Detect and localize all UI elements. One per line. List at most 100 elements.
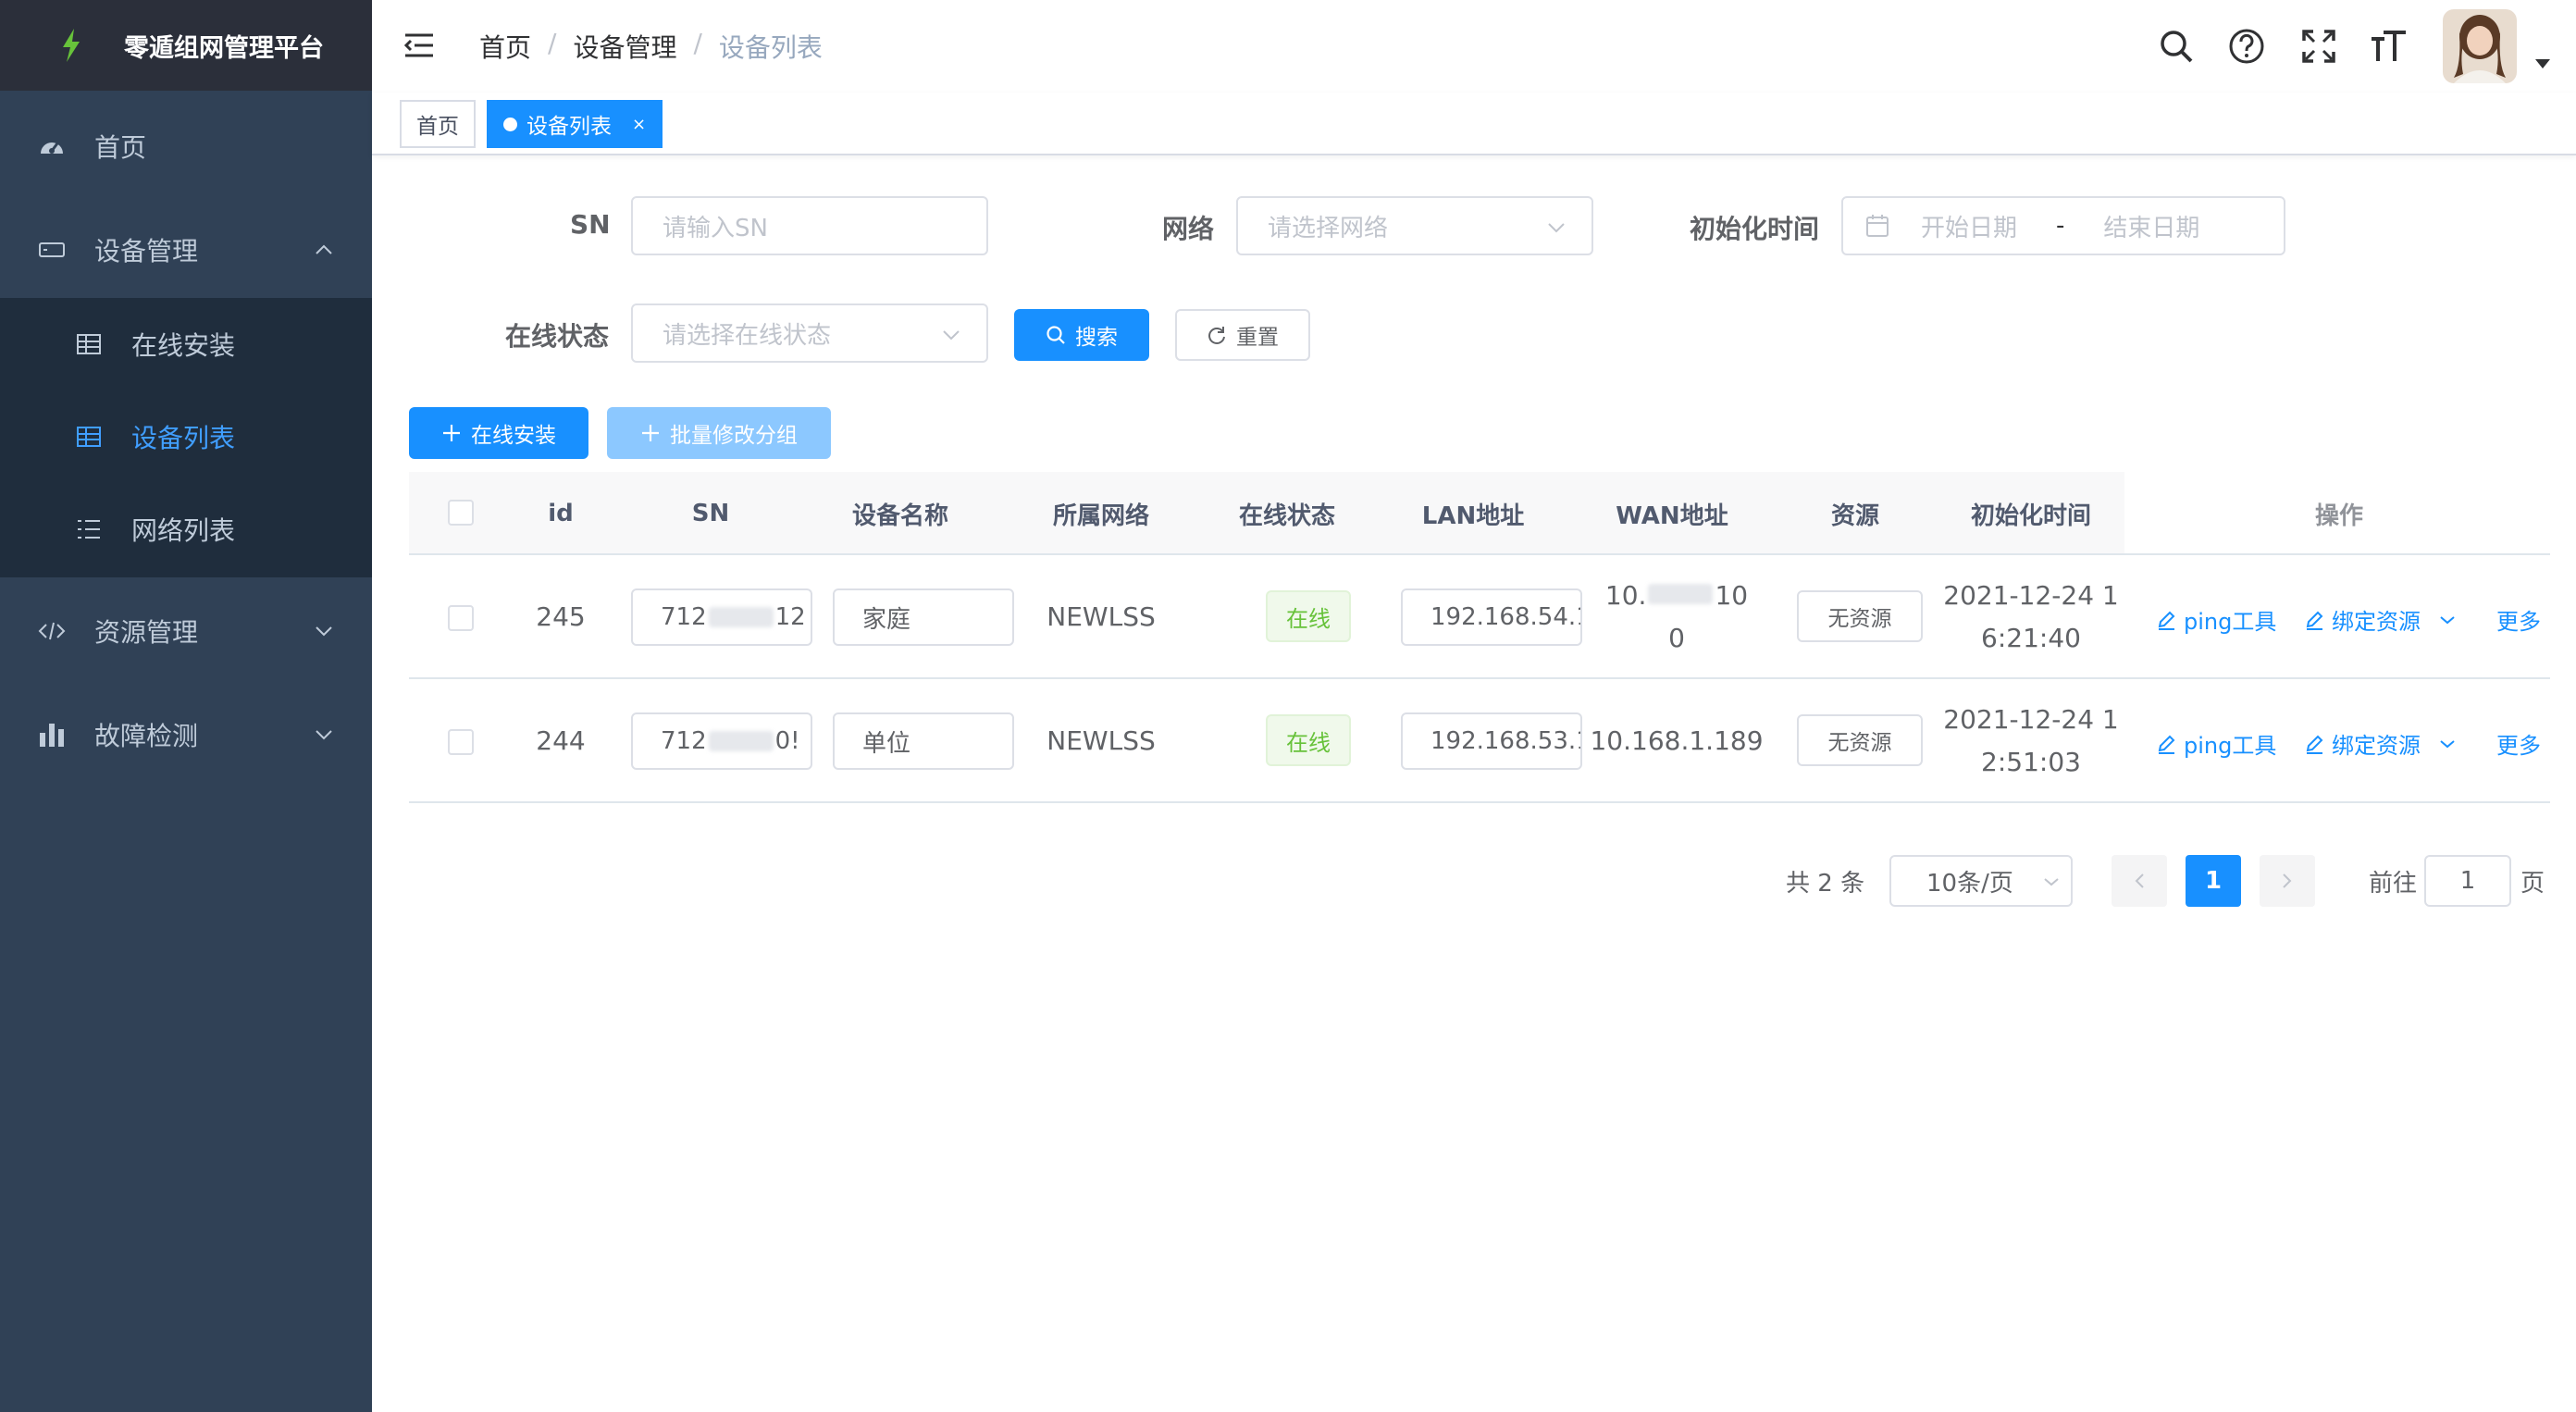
sidebar-item-online-install[interactable]: 在线安装 — [0, 298, 372, 390]
bind-resource-label: 绑定资源 — [2332, 733, 2421, 759]
column-header-resource[interactable]: 资源 — [1778, 472, 1932, 555]
network-select[interactable]: 请选择网络 — [1236, 196, 1593, 255]
close-icon[interactable]: × — [632, 115, 646, 134]
ping-tool-label: ping工具 — [2184, 733, 2277, 759]
sidebar-item-home[interactable]: 首页 — [0, 100, 372, 192]
init-time-range-picker[interactable]: 开始日期 - 结束日期 — [1841, 196, 2285, 255]
sn-prefix: 712 — [661, 727, 707, 755]
goto-page-input[interactable]: 1 — [2424, 855, 2511, 907]
more-link[interactable]: 更多 — [2496, 727, 2541, 760]
more-label: 更多 — [2496, 609, 2541, 635]
chevron-right-icon — [2283, 873, 2292, 888]
caret-down-icon[interactable] — [2535, 59, 2550, 68]
page-number-button[interactable]: 1 — [2186, 855, 2241, 907]
edit-icon — [2306, 611, 2323, 630]
cell-device-name-input[interactable]: 家庭 — [833, 588, 1014, 646]
search-icon[interactable] — [2156, 26, 2197, 67]
cell-init-time: 2021-12-24 1 6:21:40 — [1941, 555, 2121, 679]
select-all-checkbox[interactable] — [448, 500, 474, 526]
lan-value: 192.168.53.1 — [1430, 727, 1582, 755]
online-install-button[interactable]: 在线安装 — [409, 407, 588, 459]
sidebar-item-resource-management[interactable]: 资源管理 — [0, 585, 372, 677]
chart-icon — [40, 724, 64, 747]
chevron-down-icon — [943, 330, 960, 341]
wan-suffix: 10 — [1715, 580, 1749, 611]
bind-resource-dropdown[interactable]: 绑定资源 — [2304, 603, 2456, 636]
init-time-line-1: 2021-12-24 1 — [1943, 704, 2119, 735]
help-icon[interactable] — [2226, 26, 2267, 67]
column-header-wan[interactable]: WAN地址 — [1575, 472, 1769, 555]
column-header-lan[interactable]: LAN地址 — [1381, 472, 1566, 555]
start-date-placeholder: 开始日期 — [1921, 214, 2018, 242]
cell-wan: 10. 10 0 — [1584, 555, 1769, 679]
column-header-init-time[interactable]: 初始化时间 — [1941, 472, 2121, 555]
batch-modify-group-button[interactable]: 批量修改分组 — [607, 407, 831, 459]
search-button[interactable]: 搜索 — [1014, 309, 1149, 361]
tag-home[interactable]: 首页 — [400, 100, 476, 148]
goto-prefix: 前往 — [2369, 870, 2418, 898]
reset-button-label: 重置 — [1236, 326, 1279, 350]
chevron-down-icon — [316, 730, 332, 740]
sidebar-item-label: 网络列表 — [131, 515, 236, 546]
list-icon — [78, 520, 100, 539]
sidebar-item-device-management[interactable]: 设备管理 — [0, 204, 372, 296]
app-title: 零遁组网管理平台 — [124, 33, 324, 63]
breadcrumb-item[interactable]: 首页 — [479, 28, 531, 65]
sn-input[interactable]: 请输入SN — [631, 196, 988, 255]
row-checkbox[interactable] — [448, 729, 474, 755]
sidebar-logo[interactable]: 零遁组网管理平台 — [0, 0, 372, 91]
font-size-icon[interactable] — [2369, 26, 2409, 67]
bind-resource-dropdown[interactable]: 绑定资源 — [2304, 727, 2456, 760]
cell-lan-input[interactable]: 192.168.53.1 — [1401, 712, 1582, 770]
tag-device-list[interactable]: 设备列表 × — [487, 100, 663, 148]
table-icon — [77, 334, 101, 354]
cell-lan-input[interactable]: 192.168.54.1 — [1401, 588, 1582, 646]
sidebar-item-label: 故障检测 — [94, 721, 199, 751]
bind-resource-label: 绑定资源 — [2332, 609, 2421, 635]
navbar: 首页 / 设备管理 / 设备列表 — [372, 0, 2576, 93]
prev-page-button[interactable] — [2112, 855, 2167, 907]
cell-network: NEWLSS — [1046, 725, 1156, 756]
search-icon — [1046, 326, 1065, 344]
page-size-select[interactable]: 10条/页 — [1889, 855, 2073, 907]
reset-button[interactable]: 重置 — [1175, 309, 1310, 361]
sidebar-item-device-list[interactable]: 设备列表 — [0, 390, 372, 483]
sidebar-item-fault-detection[interactable]: 故障检测 — [0, 688, 372, 781]
resource-button[interactable]: 无资源 — [1797, 714, 1923, 766]
row-checkbox[interactable] — [448, 605, 474, 631]
cell-wan: 10.168.1.189 — [1590, 725, 1764, 756]
sidebar-item-label: 在线安装 — [131, 330, 236, 361]
column-header-sn[interactable]: SN — [625, 472, 796, 555]
sidebar-item-network-list[interactable]: 网络列表 — [0, 483, 372, 576]
ping-tool-link[interactable]: ping工具 — [2156, 603, 2276, 636]
cell-device-name-input[interactable]: 单位 — [833, 712, 1014, 770]
more-link[interactable]: 更多 — [2496, 603, 2541, 636]
avatar[interactable] — [2443, 9, 2517, 83]
plus-icon — [443, 425, 460, 441]
column-header-device-name[interactable]: 设备名称 — [803, 472, 997, 555]
sn-label: SN — [570, 209, 611, 240]
resource-button[interactable]: 无资源 — [1797, 590, 1923, 642]
sidebar: 零遁组网管理平台 首页 设备管理 在线安装 设备列表 网络列表 资源管理 故障检… — [0, 0, 372, 1412]
table-row: 244 712 0! 单位 NEWLSS 在线 192.168.53.1 10.1… — [409, 679, 2550, 803]
cell-sn-input[interactable]: 712 0! — [631, 712, 812, 770]
table-icon — [77, 427, 101, 447]
hamburger-icon[interactable] — [403, 31, 435, 59]
init-time-label: 初始化时间 — [1690, 214, 1820, 244]
next-page-button[interactable] — [2260, 855, 2315, 907]
sn-masked — [708, 607, 774, 627]
table-header: id SN 设备名称 所属网络 在线状态 LAN地址 WAN地址 资源 初始化时… — [409, 472, 2550, 555]
ping-tool-link[interactable]: ping工具 — [2156, 727, 2276, 760]
batch-modify-group-button-label: 批量修改分组 — [670, 424, 798, 448]
column-header-id[interactable]: id — [507, 472, 614, 555]
wan-line-2: 0 — [1668, 623, 1685, 653]
breadcrumb-item[interactable]: 设备管理 — [573, 28, 676, 65]
cell-sn-input[interactable]: 712 12 — [631, 588, 812, 646]
status-select[interactable]: 请选择在线状态 — [631, 303, 988, 363]
column-header-status[interactable]: 在线状态 — [1203, 472, 1371, 555]
app: 零遁组网管理平台 首页 设备管理 在线安装 设备列表 网络列表 资源管理 故障检… — [0, 0, 2576, 1412]
calendar-icon — [1866, 215, 1889, 237]
column-header-network[interactable]: 所属网络 — [1009, 472, 1194, 555]
fullscreen-icon[interactable] — [2298, 26, 2339, 67]
cell-network: NEWLSS — [1046, 601, 1156, 632]
